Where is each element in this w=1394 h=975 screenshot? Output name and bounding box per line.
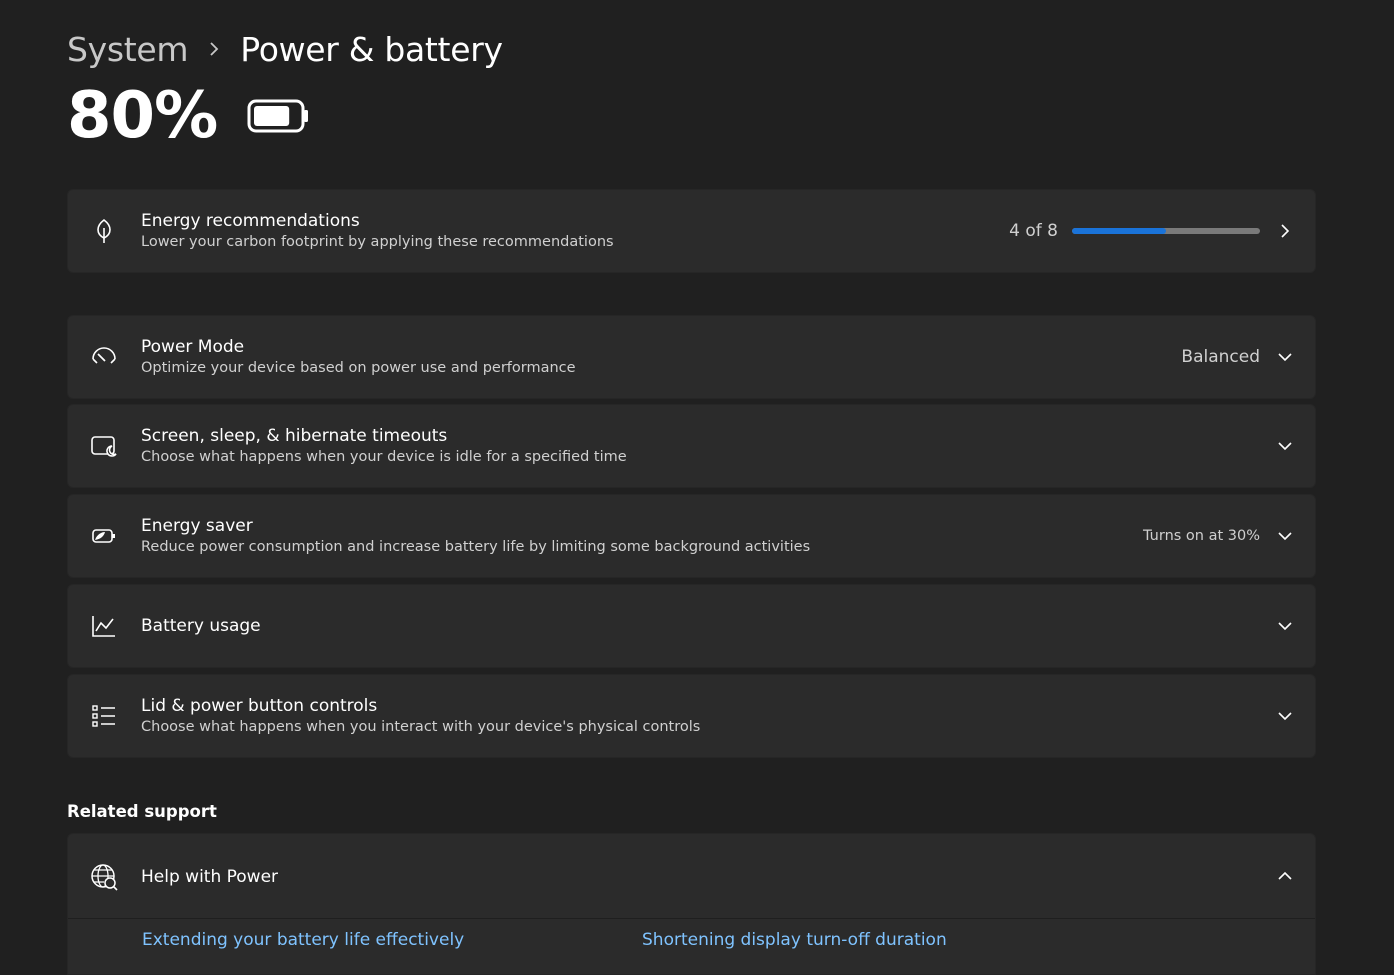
- energy-saver-subtitle: Reduce power consumption and increase ba…: [141, 539, 811, 555]
- recommendations-count: 4 of 8: [1009, 221, 1058, 241]
- energy-recommendations-title: Energy recommendations: [141, 211, 360, 231]
- screen-sleep-subtitle: Choose what happens when your device is …: [141, 449, 627, 465]
- breadcrumb: System Power & battery: [67, 28, 503, 70]
- screen-sleep-card[interactable]: Screen, sleep, & hibernate timeouts Choo…: [67, 404, 1316, 488]
- lid-power-subtitle: Choose what happens when you interact wi…: [141, 719, 701, 735]
- chevron-right-icon: [188, 41, 240, 57]
- power-mode-subtitle: Optimize your device based on power use …: [141, 360, 576, 376]
- help-with-power-header[interactable]: Help with Power: [68, 834, 1315, 919]
- screen-sleep-title: Screen, sleep, & hibernate timeouts: [141, 426, 448, 446]
- chart-line-icon: [90, 612, 118, 640]
- breadcrumb-system-link[interactable]: System: [67, 30, 189, 69]
- battery-icon: [247, 98, 309, 134]
- power-mode-card[interactable]: Power Mode Optimize your device based on…: [67, 315, 1316, 399]
- help-links: Extending your battery life effectively …: [68, 920, 1315, 975]
- energy-saver-icon: [90, 522, 118, 550]
- energy-recommendations-subtitle: Lower your carbon footprint by applying …: [141, 234, 614, 250]
- battery-percent: 80%: [67, 79, 218, 153]
- screen-sleep-icon: [90, 432, 118, 460]
- energy-saver-card[interactable]: Energy saver Reduce power consumption an…: [67, 494, 1316, 578]
- chevron-down-icon: [1277, 618, 1293, 634]
- chevron-down-icon: [1277, 438, 1293, 454]
- power-mode-select[interactable]: Balanced: [1181, 347, 1260, 367]
- help-with-power-card: Help with Power Extending your battery l…: [67, 833, 1316, 975]
- energy-recommendations-card[interactable]: Energy recommendations Lower your carbon…: [67, 189, 1316, 273]
- lid-power-controls-card[interactable]: Lid & power button controls Choose what …: [67, 674, 1316, 758]
- energy-saver-title: Energy saver: [141, 516, 253, 536]
- recommendations-progress-bar: [1072, 228, 1260, 234]
- chevron-right-icon: [1277, 223, 1293, 239]
- list-controls-icon: [90, 702, 118, 730]
- power-mode-title: Power Mode: [141, 337, 245, 357]
- link-extend-battery-life[interactable]: Extending your battery life effectively: [142, 930, 464, 950]
- battery-status: 80%: [67, 78, 309, 154]
- link-shorten-display-timeout[interactable]: Shortening display turn-off duration: [642, 930, 947, 950]
- help-with-power-title: Help with Power: [141, 867, 279, 887]
- globe-help-icon: [90, 863, 118, 891]
- battery-usage-title: Battery usage: [141, 616, 261, 636]
- energy-saver-status: Turns on at 30%: [1143, 528, 1260, 544]
- lid-power-title: Lid & power button controls: [141, 696, 378, 716]
- recommendations-progress-fill: [1072, 228, 1166, 234]
- battery-usage-card[interactable]: Battery usage: [67, 584, 1316, 668]
- leaf-icon: [90, 217, 118, 245]
- page-title: Power & battery: [240, 29, 503, 69]
- power-mode-gauge-icon: [90, 343, 118, 371]
- related-support-heading: Related support: [67, 802, 217, 821]
- chevron-up-icon: [1277, 868, 1293, 884]
- settings-page: System Power & battery 80% Energy recomm…: [0, 0, 1394, 975]
- chevron-down-icon: [1277, 708, 1293, 724]
- chevron-down-icon: [1277, 349, 1293, 365]
- chevron-down-icon: [1277, 528, 1293, 544]
